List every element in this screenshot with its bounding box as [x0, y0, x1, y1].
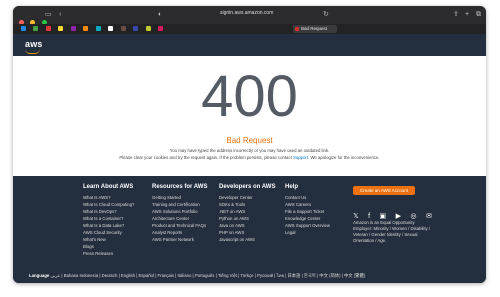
- new-tab-icon[interactable]: +: [465, 11, 469, 18]
- footer-link[interactable]: AWS Support Overview: [285, 222, 330, 229]
- favorite-item[interactable]: [58, 26, 64, 31]
- aws-logo[interactable]: aws: [25, 39, 43, 49]
- favorite-item[interactable]: [120, 26, 126, 31]
- footer-column-title: Resources for AWS: [152, 184, 208, 190]
- address-bar[interactable]: signin.aws.amazon.com: [220, 10, 273, 16]
- favorite-item[interactable]: [83, 26, 89, 31]
- footer-column-learn: Learn About AWS What Is AWS? What Is Clo…: [83, 184, 134, 257]
- error-reason: Bad Request: [226, 136, 273, 145]
- footer-link[interactable]: Product and Technical FAQs: [152, 222, 207, 229]
- browser-titlebar: ▭ ‹ ◐ signin.aws.amazon.com ↻ ⇪ + ⧉: [13, 6, 486, 25]
- footer-link[interactable]: What Is AWS?: [83, 194, 134, 201]
- favorite-item[interactable]: [33, 26, 39, 31]
- footer-link[interactable]: Blogs: [83, 243, 134, 250]
- error-code: 400: [201, 64, 298, 129]
- language-selector: Language عربي | Bahasa Indonesia | Deuts…: [29, 272, 365, 279]
- youtube-icon[interactable]: ▶: [396, 212, 401, 220]
- footer-link[interactable]: .NET on AWS: [219, 208, 275, 215]
- twitter-icon[interactable]: 𝕏: [353, 212, 359, 220]
- footer-link[interactable]: Knowledge Center: [285, 215, 330, 222]
- footer-link[interactable]: SDKs & Tools: [219, 201, 275, 208]
- aws-smile-icon: [25, 49, 40, 54]
- footer-link[interactable]: Javascript on AWS: [219, 236, 275, 243]
- footer-link[interactable]: Architecture Center: [152, 215, 207, 222]
- tab-overview-icon[interactable]: ⧉: [476, 11, 481, 18]
- tab-title: Bad Request: [301, 26, 328, 31]
- favorite-item[interactable]: [45, 26, 51, 31]
- footer-link[interactable]: File a Support Ticket: [285, 208, 330, 215]
- error-instructions-end: . We apologize for the inconvenience.: [308, 155, 380, 160]
- favorites-bar: Bad Request: [13, 24, 486, 34]
- support-link[interactable]: Support: [293, 155, 308, 160]
- privacy-icon[interactable]: ◐: [158, 11, 162, 18]
- footer-column-title: Learn About AWS: [83, 184, 134, 190]
- footer-link[interactable]: Java on AWS: [219, 222, 275, 229]
- error-content: 400 Bad Request You may have typed the a…: [13, 56, 486, 176]
- back-arrow-icon[interactable]: ‹: [59, 11, 61, 18]
- browser-window: ▭ ‹ ◐ signin.aws.amazon.com ↻ ⇪ + ⧉ Bad …: [13, 6, 486, 283]
- language-options[interactable]: عربي | Bahasa Indonesia | Deutsch | Engl…: [51, 273, 366, 278]
- footer-link[interactable]: Contact Us: [285, 194, 330, 201]
- footer-column-resources: Resources for AWS Getting Started Traini…: [152, 184, 207, 243]
- email-icon[interactable]: ✉: [426, 212, 432, 220]
- error-instructions-text: Please clear your cookies and try the re…: [119, 155, 292, 160]
- footer-link[interactable]: PHP on AWS: [219, 229, 275, 236]
- sidebar-icon[interactable]: ▭: [45, 11, 52, 18]
- facebook-icon[interactable]: f: [368, 213, 370, 220]
- footer-link[interactable]: What Is a Container?: [83, 215, 134, 222]
- error-instructions: Please clear your cookies and try the re…: [13, 155, 486, 160]
- favorite-item[interactable]: [145, 26, 151, 31]
- favorite-item[interactable]: [95, 26, 101, 31]
- footer-link[interactable]: Training and Certification: [152, 201, 207, 208]
- favorite-item[interactable]: [157, 26, 163, 31]
- error-message: You may have typed the address incorrect…: [169, 148, 330, 153]
- footer: Learn About AWS What Is AWS? What Is Clo…: [13, 176, 486, 283]
- footer-column-developers: Developers on AWS Developer Center SDKs …: [219, 184, 275, 243]
- footer-link[interactable]: AWS Cloud Security: [83, 229, 134, 236]
- favorite-item[interactable]: [21, 26, 26, 31]
- footer-link[interactable]: What Is Cloud Computing?: [83, 201, 134, 208]
- footer-column-title: Developers on AWS: [219, 184, 276, 190]
- footer-link[interactable]: What Is DevOps?: [83, 208, 134, 215]
- footer-column-help: Help Contact Us AWS Careers File a Suppo…: [285, 184, 330, 236]
- podcast-icon[interactable]: ◎: [410, 212, 416, 220]
- aws-header: aws: [13, 34, 486, 56]
- footer-link[interactable]: Getting Started: [152, 194, 207, 201]
- footer-link[interactable]: What's New: [83, 236, 134, 243]
- eeo-statement: Amazon is an Equal Opportunity Employer:…: [353, 220, 431, 243]
- footer-link[interactable]: Python on AWS: [219, 215, 275, 222]
- footer-link[interactable]: What Is a Data Lake?: [83, 222, 134, 229]
- language-label: Language: [29, 273, 50, 278]
- twitch-icon[interactable]: ▣: [380, 212, 387, 220]
- footer-link[interactable]: Developer Center: [219, 194, 275, 201]
- favorites-list: [21, 26, 166, 32]
- footer-link[interactable]: AWS Careers: [285, 201, 330, 208]
- tab-bad-request[interactable]: Bad Request: [293, 25, 337, 33]
- footer-link[interactable]: Analyst Reports: [152, 229, 207, 236]
- footer-link[interactable]: Legal: [285, 229, 330, 236]
- favorite-item[interactable]: [70, 26, 76, 31]
- favorite-item[interactable]: [133, 26, 139, 31]
- share-icon[interactable]: ⇪: [453, 11, 459, 18]
- aws-favicon-icon: [295, 27, 299, 31]
- footer-link[interactable]: AWS Solutions Portfolio: [152, 208, 207, 215]
- footer-column-title: Help: [285, 184, 299, 190]
- favorite-item[interactable]: [108, 26, 114, 31]
- footer-link[interactable]: AWS Partner Network: [152, 236, 207, 243]
- reload-icon[interactable]: ↻: [323, 11, 329, 18]
- footer-link[interactable]: Press Releases: [83, 250, 134, 257]
- create-account-button[interactable]: Create an AWS Account: [353, 186, 415, 195]
